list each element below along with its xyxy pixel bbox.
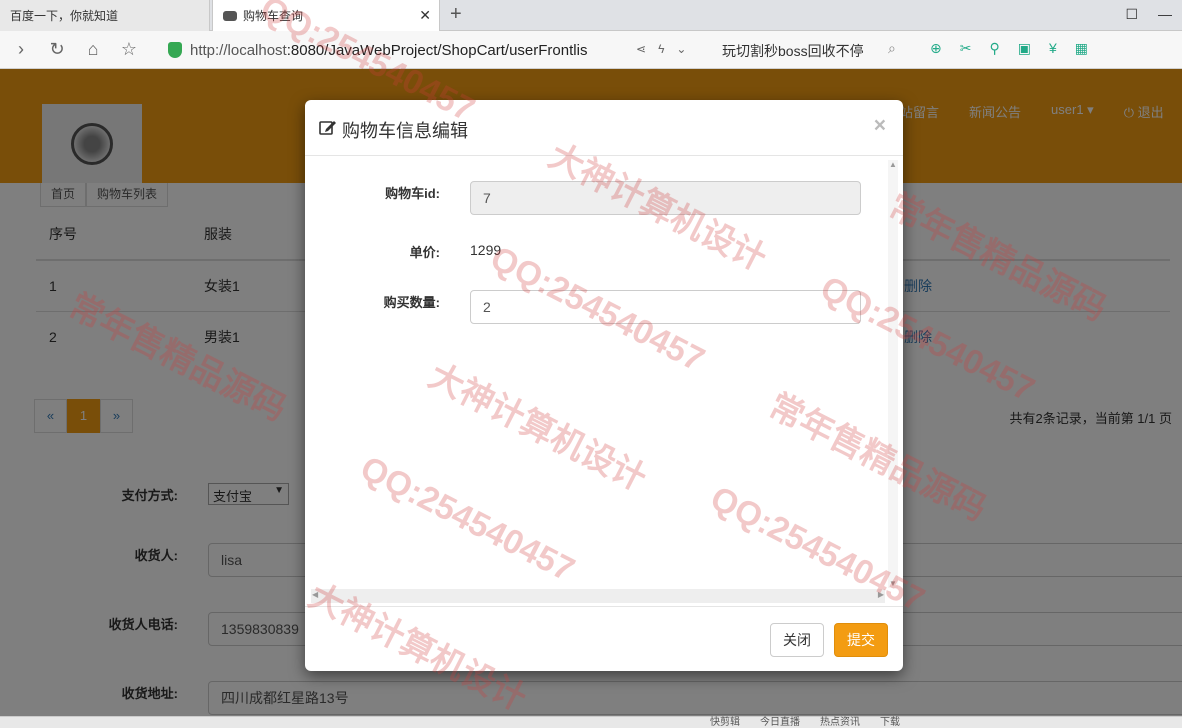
window-controls: ☐ — <box>1125 6 1172 23</box>
browser-tab-baidu[interactable]: 百度一下，你就知道 <box>0 0 210 31</box>
search-suggestion[interactable]: 玩切割秒boss回收不停 <box>722 41 864 61</box>
modal-body: 购物车id: 7 单价: 1299 购买数量: 2 ▲ ▼ ◀ ▶ <box>305 156 903 606</box>
cart-id-input[interactable]: 7 <box>470 181 861 215</box>
browser-toolbar: › ↻ ⌂ ☆ http://localhost:8080/JavaWebPro… <box>0 31 1182 69</box>
lightning-icon[interactable]: ϟ <box>658 42 664 56</box>
scroll-right-icon[interactable]: ▶ <box>878 590 884 599</box>
status-news[interactable]: 热点资讯 <box>820 717 860 728</box>
browser-statusbar: 快剪辑 今日直播 热点资讯 下载 <box>0 716 1182 728</box>
quantity-input[interactable]: 2 <box>470 290 861 324</box>
grid-icon[interactable]: ▦ <box>1075 40 1088 57</box>
scroll-up-icon[interactable]: ▲ <box>889 160 897 169</box>
gamepad-icon[interactable]: ▣ <box>1018 40 1031 57</box>
forward-icon[interactable]: › <box>6 39 36 60</box>
url-path: :8080/JavaWebProject/ShopCart/userFrontl… <box>286 41 588 59</box>
edit-icon <box>319 121 336 135</box>
bookmark-star-icon[interactable]: ☆ <box>114 39 144 60</box>
yen-icon[interactable]: ¥ <box>1049 40 1057 57</box>
tab-close-icon[interactable]: ✕ <box>419 7 431 24</box>
address-bar[interactable]: http://localhost:8080/JavaWebProject/Sho… <box>168 36 698 64</box>
horizontal-scrollbar[interactable]: ◀ ▶ <box>311 589 885 603</box>
status-quick-clip[interactable]: 快剪辑 <box>710 717 740 728</box>
share-icon[interactable]: ⋖ <box>636 42 646 56</box>
modal-header: 购物车信息编辑 × <box>305 100 903 156</box>
extension-add-icon[interactable]: ⊕ <box>930 40 942 57</box>
minimize-icon[interactable]: — <box>1158 6 1172 23</box>
tab-title: 百度一下，你就知道 <box>10 9 119 23</box>
home-icon[interactable]: ⌂ <box>78 39 108 60</box>
cart-id-label: 购物车id: <box>385 186 440 201</box>
url-host: http://localhost <box>190 41 287 59</box>
status-download[interactable]: 下载 <box>880 717 900 728</box>
status-live[interactable]: 今日直播 <box>760 717 800 728</box>
tab-favicon-icon <box>223 10 237 21</box>
reload-icon[interactable]: ↻ <box>42 39 72 60</box>
modal-footer: 关闭 提交 <box>305 606 903 671</box>
scroll-down-icon[interactable]: ▼ <box>889 579 897 588</box>
unit-price-label: 单价: <box>409 245 440 260</box>
restore-icon[interactable]: ☐ <box>1125 6 1138 23</box>
browser-tab-cart[interactable]: 购物车查询 ✕ <box>212 0 440 31</box>
unit-price-value: 1299 <box>470 242 502 258</box>
extension-icons: ⊕ ✂ ⚲ ▣ ¥ ▦ <box>930 40 1088 57</box>
secure-shield-icon <box>168 42 182 58</box>
tab-title: 购物车查询 <box>243 9 304 23</box>
scissors-icon[interactable]: ✂ <box>960 40 972 57</box>
modal-title: 购物车信息编辑 <box>342 121 468 141</box>
close-button[interactable]: 关闭 <box>770 623 824 657</box>
quantity-label: 购买数量: <box>383 295 440 310</box>
vertical-scrollbar[interactable]: ▲ ▼ <box>888 160 898 588</box>
chevron-down-icon[interactable]: ⌄ <box>676 42 686 56</box>
scroll-left-icon[interactable]: ◀ <box>312 590 318 599</box>
new-tab-button[interactable]: + <box>450 3 462 26</box>
address-actions: ⋖ ϟ ⌄ <box>636 42 686 56</box>
browser-tabbar: 百度一下，你就知道 购物车查询 ✕ + ☐ — <box>0 0 1182 31</box>
close-icon[interactable]: × <box>874 114 886 138</box>
submit-button[interactable]: 提交 <box>834 623 888 657</box>
magnifier-icon[interactable]: ⚲ <box>989 40 999 57</box>
cart-edit-modal: 购物车信息编辑 × 购物车id: 7 单价: 1299 购买数量: 2 ▲ ▼ … <box>305 100 903 671</box>
search-icon[interactable]: ⌕ <box>888 40 896 57</box>
